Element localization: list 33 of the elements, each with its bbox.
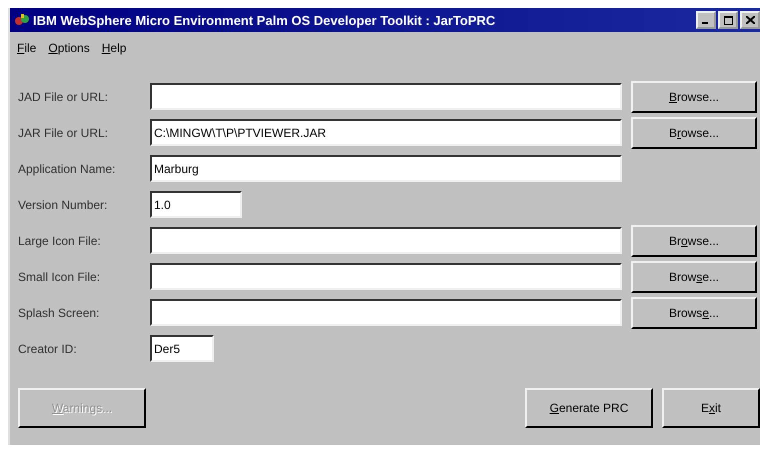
menu-item[interactable]: Options bbox=[45, 37, 93, 59]
input-field[interactable]: Der5 bbox=[150, 335, 214, 362]
field-label: JAD File or URL: bbox=[18, 90, 110, 104]
input-field[interactable]: C:\MINGW\T\P\PTVIEWER.JAR bbox=[150, 119, 622, 146]
menu-item[interactable]: File bbox=[14, 37, 40, 59]
field-label: JAR File or URL: bbox=[18, 126, 110, 140]
field-label: Small Icon File: bbox=[18, 270, 102, 284]
menu-item[interactable]: Help bbox=[98, 37, 130, 59]
input-field[interactable] bbox=[150, 83, 622, 110]
field-label: Large Icon File: bbox=[18, 234, 102, 248]
browse-button[interactable]: Browse... bbox=[631, 224, 757, 256]
field-label: Application Name: bbox=[18, 162, 116, 176]
input-field[interactable] bbox=[150, 227, 622, 254]
field-label: Splash Screen: bbox=[18, 306, 100, 320]
minimize-button[interactable] bbox=[696, 11, 716, 29]
browse-button[interactable]: Browse... bbox=[631, 80, 757, 112]
maximize-button[interactable] bbox=[718, 11, 738, 29]
browse-button[interactable]: Browse... bbox=[631, 296, 757, 328]
exit-button[interactable]: Exit bbox=[662, 388, 760, 428]
close-icon bbox=[746, 16, 754, 24]
field-label: Version Number: bbox=[18, 198, 108, 212]
field-label: Creator ID: bbox=[18, 342, 78, 356]
browse-button[interactable]: Browse... bbox=[631, 260, 757, 292]
input-field[interactable] bbox=[150, 299, 622, 326]
window-title: IBM WebSphere Micro Environment Palm OS Developer Toolkit : JarToPRC bbox=[33, 12, 496, 28]
input-field[interactable]: 1.0 bbox=[150, 191, 242, 218]
input-field[interactable] bbox=[150, 263, 622, 290]
generate-button[interactable]: Generate PRC bbox=[525, 388, 653, 428]
app-icon bbox=[14, 13, 30, 27]
input-field[interactable]: Marburg bbox=[150, 155, 622, 182]
maximize-icon bbox=[724, 16, 732, 24]
close-button[interactable] bbox=[740, 11, 760, 29]
browse-button[interactable]: Browse... bbox=[631, 116, 757, 148]
